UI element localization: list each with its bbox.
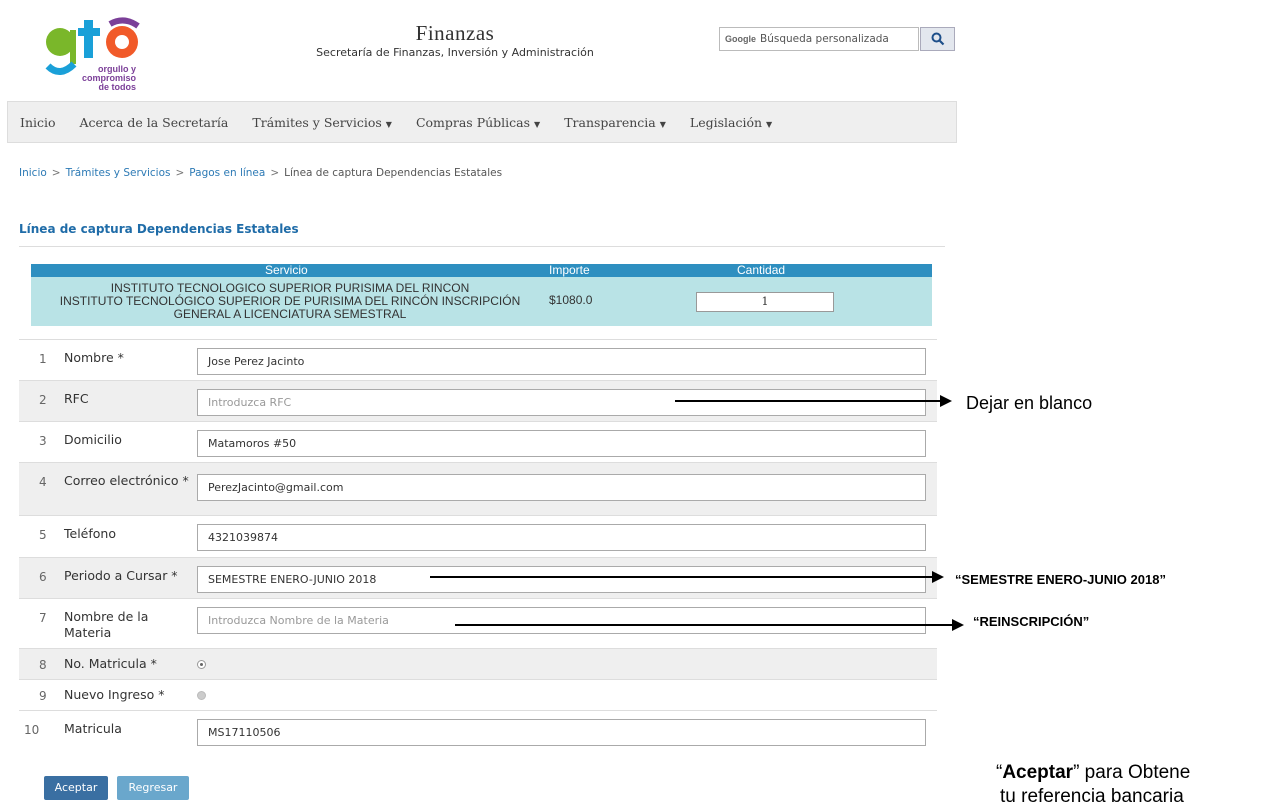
caret-down-icon: ▼ — [659, 119, 666, 129]
nav-item-acerca[interactable]: Acerca de la Secretaría — [68, 115, 241, 130]
arrow-right-icon — [932, 571, 944, 583]
search-icon — [931, 32, 944, 46]
rfc-field[interactable]: Introduzca RFC — [197, 389, 926, 416]
row-number: 7 — [39, 611, 47, 625]
breadcrumb-separator: > — [51, 167, 61, 179]
field-label: Correo electrónico * — [64, 473, 189, 488]
quantity-input[interactable]: 1 — [696, 292, 834, 312]
telefono-field[interactable]: 4321039874 — [197, 524, 926, 551]
nav-label: Inicio — [20, 114, 56, 130]
breadcrumb-current: Línea de captura Dependencias Estatales — [284, 167, 503, 179]
annotation-arrow-line — [430, 576, 932, 578]
no-matricula-radio[interactable] — [197, 660, 206, 669]
row-number: 10 — [24, 723, 40, 737]
nav-item-transparencia[interactable]: Transparencia ▼ — [552, 115, 678, 130]
main-nav: Inicio Acerca de la Secretaría Trámites … — [7, 101, 957, 143]
service-table-row: INSTITUTO TECNOLOGICO SUPERIOR PURISIMA … — [31, 277, 932, 326]
breadcrumb-separator: > — [270, 167, 280, 179]
field-label: Nombre * — [64, 350, 124, 365]
annotation-aceptar-rest: ” para Obtene — [1073, 762, 1191, 783]
annotation-arrow-line — [675, 400, 940, 402]
caret-down-icon: ▼ — [385, 119, 392, 129]
site-title: Finanzas Secretaría de Finanzas, Inversi… — [300, 22, 610, 59]
breadcrumb-tramites[interactable]: Trámites y Servicios — [66, 167, 171, 179]
annotation-aceptar: “Aceptar” para Obtene — [996, 762, 1190, 784]
service-description: INSTITUTO TECNOLOGICO SUPERIOR PURISIMA … — [31, 282, 549, 321]
field-label: Nombre de la Materia — [64, 609, 149, 640]
nav-label: Acerca de la Secretaría — [79, 114, 229, 130]
annotation-dejar-en-blanco: Dejar en blanco — [966, 393, 1093, 413]
annotation-aceptar-bold: Aceptar — [1002, 762, 1074, 783]
header-cantidad: Cantidad — [737, 263, 786, 277]
annotation-referencia: tu referencia bancaria — [1000, 786, 1184, 807]
breadcrumb-pagos[interactable]: Pagos en línea — [189, 167, 265, 179]
form-row-nombre: 1 Nombre * Jose Perez Jacinto — [19, 339, 937, 380]
form-row-materia: 7 Nombre de la Materia Introduzca Nombre… — [19, 598, 937, 648]
form-row-no-matricula: 8 No. Matricula * — [19, 648, 937, 679]
nav-item-tramites[interactable]: Trámites y Servicios ▼ — [240, 115, 404, 130]
annotation-semestre: “SEMESTRE ENERO-JUNIO 2018” — [955, 572, 1166, 587]
site-title-main: Finanzas — [415, 21, 495, 45]
periodo-field[interactable]: SEMESTRE ENERO-JUNIO 2018 — [197, 566, 926, 593]
nav-label: Compras Públicas — [415, 114, 531, 130]
email-field[interactable]: PerezJacinto@gmail.com — [197, 474, 926, 501]
nav-item-compras[interactable]: Compras Públicas ▼ — [404, 115, 552, 130]
domicilio-field[interactable]: Matamoros #50 — [197, 430, 926, 457]
row-number: 4 — [39, 475, 47, 489]
matricula-field[interactable]: MS17110506 — [197, 719, 926, 746]
search-button[interactable] — [920, 27, 955, 51]
gto-logo[interactable]: orgullo y compromiso de todos — [44, 14, 164, 94]
nuevo-ingreso-radio[interactable] — [197, 691, 206, 700]
field-label: No. Matricula * — [64, 656, 157, 671]
form-row-matricula: 10 Matricula MS17110506 — [19, 710, 937, 751]
nombre-field[interactable]: Jose Perez Jacinto — [197, 348, 926, 375]
annotation-arrow-line — [455, 624, 952, 626]
caret-down-icon: ▼ — [766, 119, 773, 129]
row-number: 9 — [39, 689, 47, 703]
breadcrumb-inicio[interactable]: Inicio — [19, 167, 47, 179]
service-table-header: Servicio Importe Cantidad — [31, 263, 932, 277]
field-label: Matricula — [64, 721, 122, 736]
site-subtitle: Secretaría de Finanzas, Inversión y Admi… — [316, 46, 594, 59]
row-number: 6 — [39, 570, 47, 584]
breadcrumb: Inicio > Trámites y Servicios > Pagos en lín… — [19, 167, 502, 179]
header-importe: Importe — [549, 263, 590, 277]
form-row-nuevo-ingreso: 9 Nuevo Ingreso * — [19, 679, 937, 710]
row-number: 2 — [39, 393, 47, 407]
row-number: 5 — [39, 528, 47, 542]
google-brand: Google — [725, 34, 756, 44]
divider — [19, 246, 945, 247]
field-label: RFC — [64, 391, 89, 406]
caret-down-icon: ▼ — [534, 119, 541, 129]
field-label: Nuevo Ingreso * — [64, 687, 165, 702]
nav-item-inicio[interactable]: Inicio — [8, 115, 68, 130]
row-number: 8 — [39, 658, 47, 672]
nav-label: Transparencia — [564, 114, 656, 130]
form-row-correo: 4 Correo electrónico * PerezJacinto@gmai… — [19, 462, 937, 515]
svg-text:de todos: de todos — [99, 82, 137, 92]
row-number: 3 — [39, 434, 47, 448]
breadcrumb-separator: > — [175, 167, 185, 179]
materia-field[interactable]: Introduzca Nombre de la Materia — [197, 607, 926, 634]
field-label: Periodo a Cursar * — [64, 568, 178, 583]
arrow-right-icon — [940, 395, 952, 407]
annotation-reinscripcion: “REINSCRIPCIÓN” — [973, 614, 1090, 629]
back-button[interactable]: Regresar — [117, 776, 189, 800]
nav-label: Trámites y Servicios — [252, 114, 382, 130]
service-importe: $1080.0 — [549, 293, 593, 307]
accept-button[interactable]: Aceptar — [44, 776, 108, 800]
field-label: Teléfono — [64, 526, 116, 541]
service-line: GENERAL A LICENCIATURA SEMESTRAL — [173, 307, 407, 321]
form-row-domicilio: 3 Domicilio Matamoros #50 — [19, 421, 937, 462]
form-row-telefono: 5 Teléfono 4321039874 — [19, 515, 937, 557]
nav-item-legislacion[interactable]: Legislación ▼ — [678, 115, 784, 130]
search-input[interactable]: Google Búsqueda personalizada — [719, 27, 919, 51]
row-number: 1 — [39, 352, 47, 366]
header-servicio: Servicio — [265, 263, 308, 277]
nav-label: Legislación — [689, 114, 763, 130]
field-label: Domicilio — [64, 432, 122, 447]
search-placeholder: Búsqueda personalizada — [760, 33, 889, 45]
page-title: Línea de captura Dependencias Estatales — [19, 222, 299, 236]
arrow-right-icon — [952, 619, 964, 631]
